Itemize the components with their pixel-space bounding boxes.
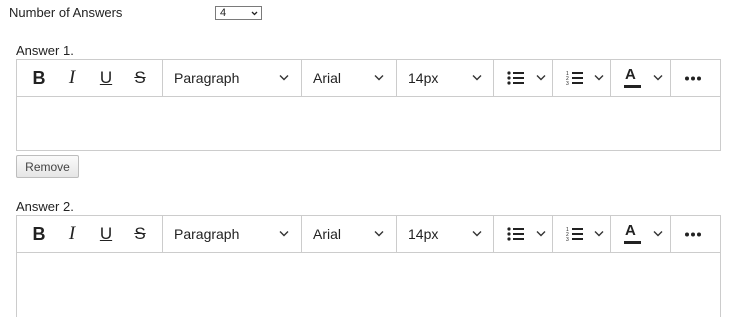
more-icon xyxy=(685,232,701,236)
font-family-value: Arial xyxy=(313,70,342,86)
underline-button[interactable]: U xyxy=(94,60,118,96)
format-group: B I U S xyxy=(17,60,163,96)
svg-text:3: 3 xyxy=(566,81,569,86)
font-size-dropdown[interactable]: 14px xyxy=(397,216,494,252)
italic-button[interactable]: I xyxy=(60,216,84,252)
more-button[interactable] xyxy=(671,60,715,96)
text-color-button[interactable]: A xyxy=(611,60,671,96)
font-family-dropdown[interactable]: Arial xyxy=(302,216,397,252)
block-format-dropdown[interactable]: Paragraph xyxy=(163,216,302,252)
bold-button[interactable]: B xyxy=(27,216,51,252)
text-color-button[interactable]: A xyxy=(611,216,671,252)
svg-text:3: 3 xyxy=(566,237,569,242)
remove-answer-1-button[interactable]: Remove xyxy=(16,155,79,178)
chevron-down-icon xyxy=(279,75,289,81)
answer-2-editor[interactable] xyxy=(16,253,721,317)
answer-2-toolbar: B I U S Paragraph Arial 14px 1 2 3 A xyxy=(16,215,721,253)
format-group: B I U S xyxy=(17,216,163,252)
font-size-value: 14px xyxy=(408,70,439,86)
numbered-list-icon: 1 2 3 xyxy=(566,71,583,86)
bullet-list-button[interactable] xyxy=(494,216,553,252)
underline-button[interactable]: U xyxy=(94,216,118,252)
text-color-swatch xyxy=(624,241,641,244)
answer-1-toolbar: B I U S Paragraph Arial 14px 1 2 3 A xyxy=(16,59,721,97)
numbered-list-button[interactable]: 1 2 3 xyxy=(553,216,611,252)
chevron-down-icon xyxy=(374,75,384,81)
bullet-list-icon xyxy=(507,227,524,241)
answer-1-label: Answer 1. xyxy=(16,43,74,58)
chevron-down-icon xyxy=(653,75,663,81)
chevron-down-icon xyxy=(251,11,258,16)
strikethrough-button[interactable]: S xyxy=(128,60,152,96)
chevron-down-icon xyxy=(536,231,546,237)
block-format-value: Paragraph xyxy=(174,226,240,242)
number-of-answers-select[interactable]: 4 xyxy=(215,6,262,20)
chevron-down-icon xyxy=(279,231,289,237)
block-format-dropdown[interactable]: Paragraph xyxy=(163,60,302,96)
bullet-list-button[interactable] xyxy=(494,60,553,96)
numbered-list-button[interactable]: 1 2 3 xyxy=(553,60,611,96)
chevron-down-icon xyxy=(594,75,604,81)
font-family-value: Arial xyxy=(313,226,342,242)
bold-button[interactable]: B xyxy=(27,60,51,96)
answer-1-editor[interactable] xyxy=(16,97,721,151)
text-color-icon: A xyxy=(625,66,636,83)
chevron-down-icon xyxy=(536,75,546,81)
text-color-icon: A xyxy=(625,222,636,239)
chevron-down-icon xyxy=(472,231,482,237)
bullet-list-icon xyxy=(507,71,524,85)
numbered-list-icon: 1 2 3 xyxy=(566,227,583,242)
more-icon xyxy=(685,76,701,80)
block-format-value: Paragraph xyxy=(174,70,240,86)
chevron-down-icon xyxy=(472,75,482,81)
font-size-dropdown[interactable]: 14px xyxy=(397,60,494,96)
more-button[interactable] xyxy=(671,216,715,252)
chevron-down-icon xyxy=(374,231,384,237)
number-of-answers-label: Number of Answers xyxy=(9,5,123,20)
font-size-value: 14px xyxy=(408,226,439,242)
font-family-dropdown[interactable]: Arial xyxy=(302,60,397,96)
chevron-down-icon xyxy=(653,231,663,237)
chevron-down-icon xyxy=(594,231,604,237)
answer-2-label: Answer 2. xyxy=(16,199,74,214)
italic-button[interactable]: I xyxy=(60,60,84,96)
number-of-answers-value: 4 xyxy=(220,7,227,19)
strikethrough-button[interactable]: S xyxy=(128,216,152,252)
text-color-swatch xyxy=(624,85,641,88)
